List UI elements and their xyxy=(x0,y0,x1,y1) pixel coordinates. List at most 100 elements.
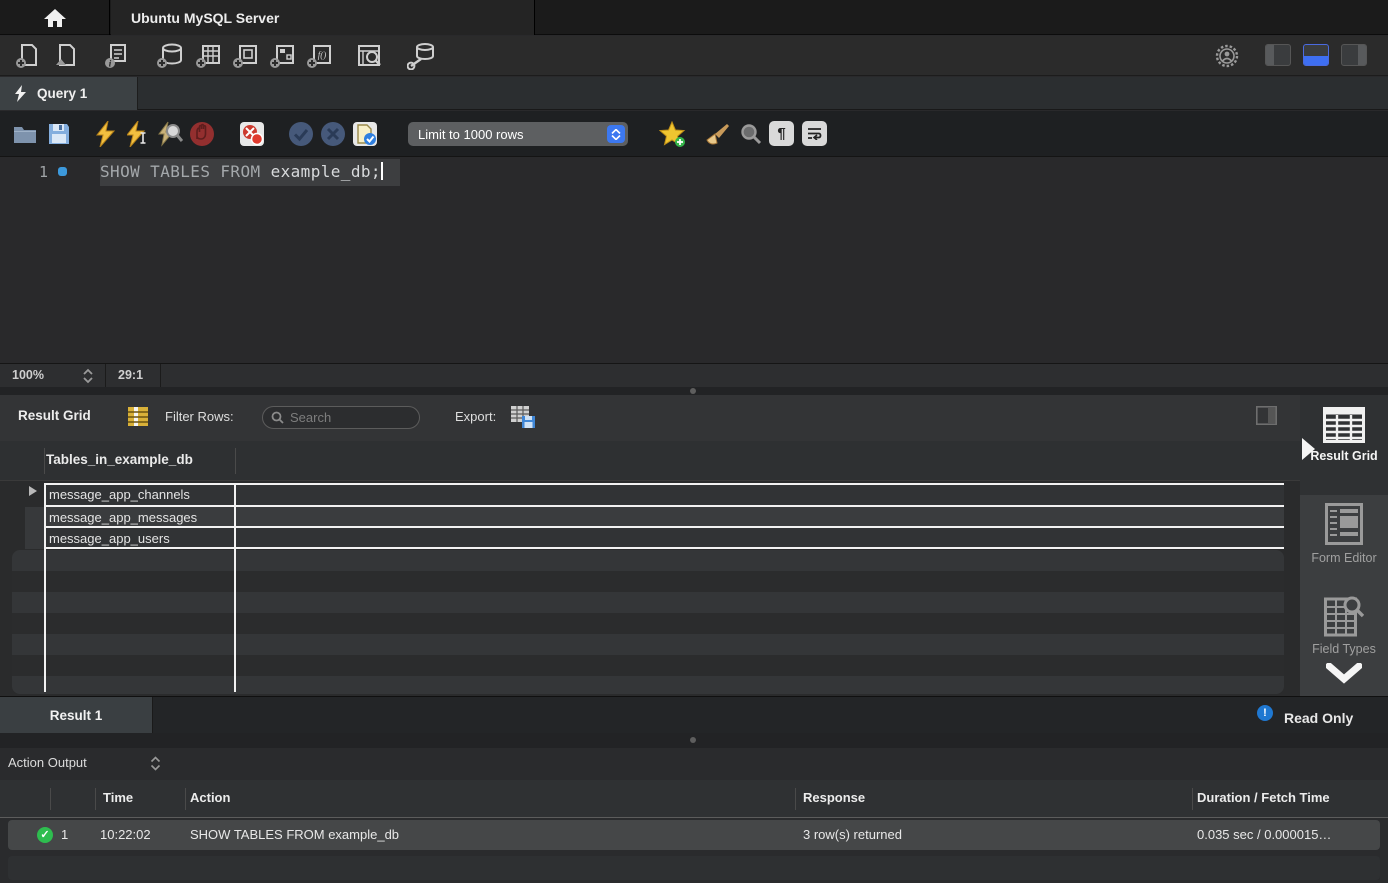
sql-identifier: example_db; xyxy=(271,162,381,181)
toggle-stop-on-error-icon[interactable] xyxy=(238,120,266,148)
main-toolbar: i f() xyxy=(0,36,1388,76)
caret-position: 29:1 xyxy=(118,368,143,382)
toggle-sidebar-icon[interactable] xyxy=(1256,406,1277,425)
row-gutter-cell[interactable] xyxy=(25,507,44,528)
beautify-icon[interactable] xyxy=(704,120,732,148)
toggle-bottom-panel-icon[interactable] xyxy=(1303,44,1329,66)
new-view-icon[interactable] xyxy=(230,41,260,71)
invisibles-icon[interactable]: ¶ xyxy=(769,121,794,146)
results-output-splitter[interactable] xyxy=(0,733,1388,748)
pilcrow-glyph: ¶ xyxy=(777,125,785,142)
commit-icon[interactable] xyxy=(287,120,315,148)
execute-icon[interactable] xyxy=(91,120,119,148)
column-header-tables-in-example-db[interactable]: Tables_in_example_db xyxy=(46,452,193,467)
result-tab-bar: Result 1 ! Read Only xyxy=(0,696,1388,733)
grid-columns-icon[interactable] xyxy=(128,407,148,426)
row-action: SHOW TABLES FROM example_db xyxy=(190,827,399,842)
field-types-icon xyxy=(1324,595,1364,637)
info-glyph: ! xyxy=(1257,705,1273,721)
search-data-icon[interactable] xyxy=(355,41,385,71)
col-action[interactable]: Action xyxy=(190,790,230,805)
workbench-gear-icon[interactable] xyxy=(1212,41,1242,71)
new-schema-icon[interactable] xyxy=(155,41,185,71)
sql-editor[interactable]: 1 SHOW TABLES FROM example_db; xyxy=(0,158,1388,363)
save-icon[interactable] xyxy=(45,120,73,148)
search-input[interactable] xyxy=(290,410,400,425)
stop-icon[interactable] xyxy=(188,120,216,148)
toggle-left-panel-icon[interactable] xyxy=(1265,44,1291,66)
inspector-doc-icon[interactable]: i xyxy=(101,41,131,71)
connection-tab-strip: Ubuntu MySQL Server xyxy=(0,0,1388,35)
sidebar-item-label: Field Types xyxy=(1300,642,1388,657)
connection-tab[interactable]: Ubuntu MySQL Server xyxy=(111,0,535,35)
table-row[interactable]: message_app_users xyxy=(45,528,1284,549)
new-query-tab-icon[interactable] xyxy=(13,41,43,71)
export-icon[interactable] xyxy=(511,406,536,429)
row-gutter-cell[interactable] xyxy=(25,528,44,549)
empty-rows-stripes xyxy=(12,550,1284,694)
open-script-icon[interactable] xyxy=(51,41,81,71)
output-selector-stepper[interactable] xyxy=(150,756,161,771)
splitter-handle-dot xyxy=(690,388,696,394)
table-row[interactable]: message_app_messages xyxy=(45,507,1284,528)
query-toolbar: Limit to 1000 rows ¶ xyxy=(0,111,1388,157)
dropdown-stepper-icon xyxy=(607,125,625,143)
sidebar-item-form-editor[interactable]: Form Editor xyxy=(1300,503,1388,566)
empty-output-stripe xyxy=(8,856,1380,880)
open-file-icon[interactable] xyxy=(11,120,39,148)
editor-results-splitter[interactable] xyxy=(0,387,1388,395)
action-output-title: Action Output xyxy=(8,755,87,770)
result-grid-body[interactable]: message_app_channels message_app_message… xyxy=(0,481,1300,696)
read-only-label: Read Only xyxy=(1284,710,1353,726)
svg-text:f(): f() xyxy=(318,50,327,60)
zoom-level: 100% xyxy=(12,368,44,382)
col-duration[interactable]: Duration / Fetch Time xyxy=(1197,790,1330,805)
row-time: 10:22:02 xyxy=(100,827,151,842)
home-tab[interactable] xyxy=(0,0,110,35)
sidebar-item-label: Form Editor xyxy=(1300,551,1388,566)
row-index: 1 xyxy=(61,827,68,842)
result-sidebar: Result Grid Form Editor Field Types xyxy=(1300,395,1388,696)
code-line[interactable]: SHOW TABLES FROM example_db; xyxy=(100,162,383,181)
result-1-tab[interactable]: Result 1 xyxy=(0,697,153,733)
find-icon[interactable] xyxy=(737,120,765,148)
toggle-autocommit-icon[interactable] xyxy=(351,120,379,148)
home-icon xyxy=(43,8,67,28)
form-editor-icon xyxy=(1325,503,1363,545)
action-output-panel: Action Output Time Action Response Durat… xyxy=(0,748,1388,883)
zoom-stepper[interactable] xyxy=(82,368,94,384)
rollback-icon[interactable] xyxy=(319,120,347,148)
sidebar-item-field-types[interactable]: Field Types xyxy=(1300,595,1388,657)
explain-icon[interactable] xyxy=(156,120,184,148)
limit-rows-dropdown[interactable]: Limit to 1000 rows xyxy=(408,122,628,146)
result-tab-label: Result 1 xyxy=(50,708,103,723)
action-output-row[interactable]: ✓ 1 10:22:02 SHOW TABLES FROM example_db… xyxy=(8,820,1380,850)
new-procedure-icon[interactable] xyxy=(267,41,297,71)
sidebar-item-result-grid[interactable]: Result Grid xyxy=(1300,407,1388,464)
line-number: 1 xyxy=(24,163,48,181)
toggle-right-panel-icon[interactable] xyxy=(1341,44,1367,66)
sidebar-scroll-down-icon[interactable] xyxy=(1326,663,1362,685)
query-tab-label: Query 1 xyxy=(37,86,87,101)
db-utilities-icon[interactable] xyxy=(407,41,437,71)
wrap-text-icon[interactable] xyxy=(802,121,827,146)
connection-tab-label: Ubuntu MySQL Server xyxy=(131,10,279,26)
new-function-icon[interactable]: f() xyxy=(304,41,334,71)
table-row[interactable]: message_app_channels xyxy=(45,484,1284,505)
query-bolt-icon xyxy=(14,85,27,102)
new-snippet-icon[interactable] xyxy=(659,120,687,148)
splitter-handle-dot xyxy=(690,737,696,743)
execute-statement-icon[interactable] xyxy=(124,120,152,148)
sql-keywords: SHOW TABLES FROM xyxy=(100,162,271,181)
export-label: Export: xyxy=(455,409,496,424)
new-table-icon[interactable] xyxy=(193,41,223,71)
query-tab[interactable]: Query 1 xyxy=(0,77,138,110)
current-row-indicator-icon xyxy=(29,486,37,496)
read-only-badge-icon: ! xyxy=(1257,705,1273,721)
editor-status-bar: 100% 29:1 xyxy=(0,363,1388,387)
result-grid-icon xyxy=(1323,407,1365,443)
col-time[interactable]: Time xyxy=(103,790,133,805)
filter-search-box[interactable] xyxy=(262,406,420,429)
filter-rows-label: Filter Rows: xyxy=(165,409,234,424)
col-response[interactable]: Response xyxy=(803,790,865,805)
